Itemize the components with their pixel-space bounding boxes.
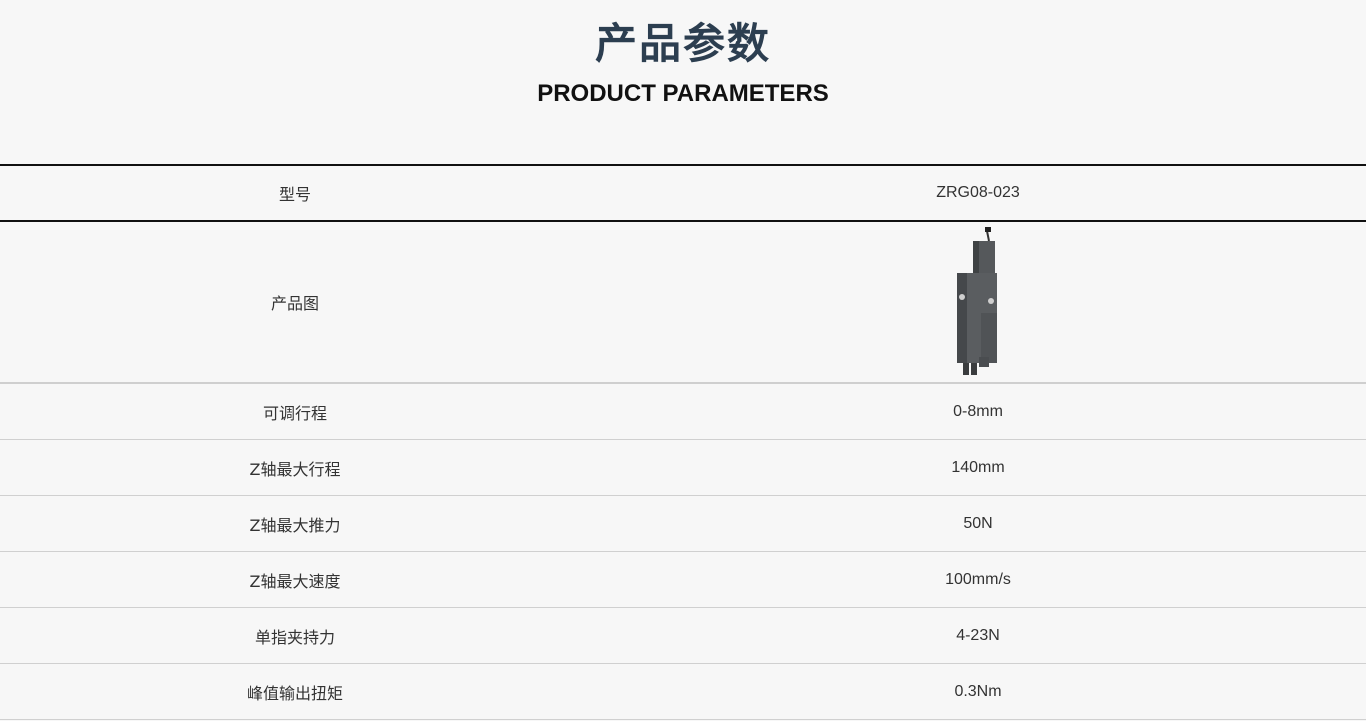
page-title: 产品参数 <box>594 19 771 68</box>
row-value: 0-8mm <box>953 402 1003 420</box>
row-value: 140mm <box>951 458 1005 476</box>
table-row: 产品图 <box>0 222 1366 384</box>
row-label: 单指夹持力 <box>254 627 335 647</box>
row-label: Z轴最大速度 <box>249 571 341 591</box>
row-label: 产品图 <box>270 294 319 313</box>
table-row: Z轴最大推力 50N <box>0 496 1366 552</box>
row-value: ZRG08-023 <box>936 184 1020 201</box>
row-value: 50N <box>963 514 993 532</box>
row-value: 4-23N <box>956 626 1000 644</box>
row-label: 峰值输出扭矩 <box>246 683 343 703</box>
row-label: Z轴最大推力 <box>249 515 341 535</box>
parameters-table: 型号 ZRG08-023 产品图 可调行程 0-8mm Z轴最大行程 140mm… <box>0 164 1366 720</box>
table-row: 单指夹持力 4-23N <box>0 608 1366 664</box>
table-row: 峰值输出扭矩 0.3Nm <box>0 664 1366 720</box>
row-label: 可调行程 <box>262 403 327 423</box>
table-row: Z轴最大速度 100mm/s <box>0 552 1366 608</box>
product-image-cell <box>590 222 1366 382</box>
table-row: 型号 ZRG08-023 <box>0 164 1366 222</box>
gripper-product-image <box>957 227 997 375</box>
table-row: Z轴最大行程 140mm <box>0 440 1366 496</box>
page-subtitle: PRODUCT PARAMETERS <box>537 80 829 107</box>
row-value: 100mm/s <box>945 570 1011 588</box>
row-value: 0.3Nm <box>954 682 1002 700</box>
row-label: Z轴最大行程 <box>249 459 341 479</box>
row-label: 型号 <box>278 185 311 204</box>
table-row: 可调行程 0-8mm <box>0 384 1366 440</box>
